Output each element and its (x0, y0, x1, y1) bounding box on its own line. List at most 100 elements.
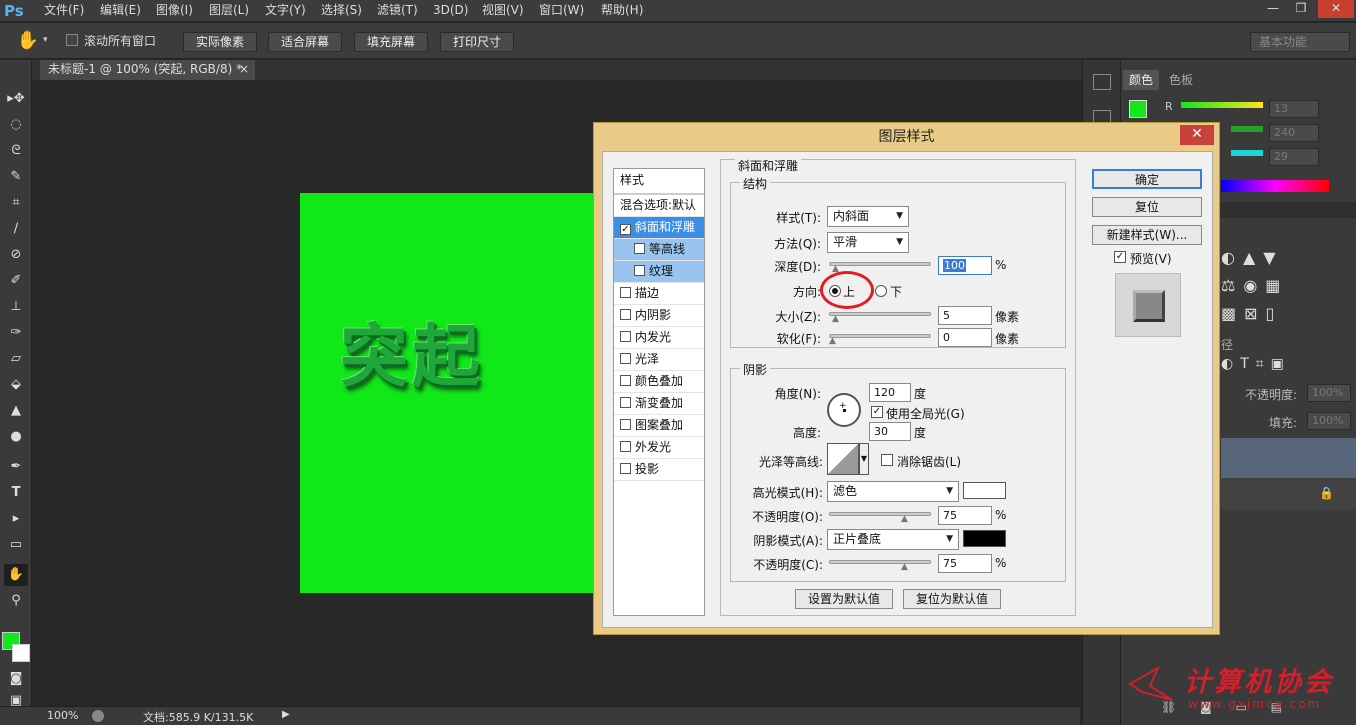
layer-row-background[interactable] (1221, 478, 1356, 510)
depth-input[interactable]: 100 (938, 256, 992, 275)
angle-input[interactable]: 120 (869, 383, 911, 402)
b-slider[interactable] (1231, 150, 1263, 156)
document-tab[interactable]: 未标题-1 @ 100% (突起, RGB/8) * × (40, 60, 255, 80)
tab-color[interactable]: 颜色 (1123, 70, 1160, 90)
style-checkbox[interactable] (620, 309, 631, 320)
gloss-contour-preview[interactable] (827, 443, 859, 475)
healing-tool-icon[interactable]: ⊘ (4, 244, 28, 266)
style-checkbox[interactable] (620, 353, 631, 364)
soften-slider[interactable] (829, 334, 931, 338)
style-item[interactable]: 颜色叠加 (614, 371, 704, 393)
menu-edit[interactable]: 编辑(E) (100, 0, 141, 22)
color-spectrum-bar[interactable] (1221, 180, 1329, 192)
highlight-opacity-slider[interactable] (829, 512, 931, 516)
style-item[interactable]: 渐变叠加 (614, 393, 704, 415)
hand-tool-icon[interactable]: ✋ (4, 564, 28, 586)
fill-screen-button[interactable]: 填充屏幕 (354, 32, 428, 52)
size-input[interactable]: 5 (938, 306, 992, 325)
pen-tool-icon[interactable]: ✒ (4, 456, 28, 478)
move-tool-icon[interactable]: ▸✥ (4, 88, 28, 110)
style-item[interactable]: 图案叠加 (614, 415, 704, 437)
anti-alias-checkbox[interactable] (881, 454, 893, 466)
shadow-opacity-input[interactable]: 75 (938, 554, 992, 573)
style-checkbox[interactable] (620, 331, 631, 342)
style-checkbox[interactable] (634, 243, 645, 254)
path-select-tool-icon[interactable]: ▸ (4, 508, 28, 530)
document-canvas[interactable]: 突起 (300, 193, 600, 593)
menu-help[interactable]: 帮助(H) (601, 0, 643, 22)
restore-button[interactable]: ❐ (1288, 0, 1314, 18)
stamp-tool-icon[interactable]: ⊥ (4, 296, 28, 318)
marquee-tool-icon[interactable]: ◌ (4, 114, 28, 136)
style-item[interactable]: 光泽 (614, 349, 704, 371)
menu-type[interactable]: 文字(Y) (265, 0, 306, 22)
tab-swatches[interactable]: 色板 (1163, 70, 1199, 90)
dialog-close-button[interactable]: ✕ (1180, 125, 1214, 145)
direction-down-radio[interactable] (875, 285, 887, 297)
highlight-mode-select[interactable]: 滤色 ▼ (827, 481, 959, 502)
style-item[interactable]: 投影 (614, 459, 704, 481)
style-item[interactable]: 纹理 (614, 261, 704, 283)
brush-tool-icon[interactable]: ✐ (4, 270, 28, 292)
chevron-down-icon[interactable]: ▾ (43, 35, 48, 45)
history-panel-icon[interactable] (1093, 74, 1111, 90)
altitude-input[interactable]: 30 (869, 422, 911, 441)
lasso-tool-icon[interactable]: ᘓ (4, 140, 28, 162)
g-value-input[interactable]: 240 (1269, 124, 1319, 142)
style-checkbox[interactable] (620, 397, 631, 408)
quick-select-tool-icon[interactable]: ✎ (4, 166, 28, 188)
adjustment-icons-row2[interactable]: ⚖◉▦ (1221, 276, 1288, 295)
style-item[interactable]: 内阴影 (614, 305, 704, 327)
style-item[interactable]: 等高线 (614, 239, 704, 261)
quick-mask-icon[interactable]: ◙ (4, 668, 28, 690)
zoom-level[interactable]: 100% (47, 709, 78, 722)
style-item[interactable]: 内发光 (614, 327, 704, 349)
menu-view[interactable]: 视图(V) (482, 0, 524, 22)
workspace-select[interactable]: 基本功能 (1250, 32, 1350, 52)
style-checkbox[interactable] (620, 463, 631, 474)
print-size-button[interactable]: 打印尺寸 (440, 32, 514, 52)
highlight-opacity-input[interactable]: 75 (938, 506, 992, 525)
angle-dial[interactable]: + (827, 393, 861, 427)
r-slider[interactable] (1181, 102, 1263, 108)
actual-pixels-button[interactable]: 实际像素 (183, 32, 257, 52)
ok-button[interactable]: 确定 (1092, 169, 1202, 189)
chevron-right-icon[interactable]: ▶ (282, 709, 290, 720)
close-icon[interactable]: × (239, 60, 249, 78)
soften-input[interactable]: 0 (938, 328, 992, 347)
soften-slider-thumb[interactable]: ▲ (829, 337, 838, 346)
styles-header[interactable]: 样式 (614, 169, 704, 195)
shadow-opacity-thumb[interactable]: ▲ (901, 563, 910, 572)
blend-options-item[interactable]: 混合选项:默认 (614, 195, 704, 217)
opacity-input[interactable]: 100% (1307, 384, 1351, 402)
menu-filter[interactable]: 滤镜(T) (377, 0, 418, 22)
highlight-color-swatch[interactable] (963, 482, 1006, 499)
paint-bucket-tool-icon[interactable]: ⬙ (4, 374, 28, 396)
chevron-down-icon[interactable]: ▼ (859, 443, 869, 475)
shadow-opacity-slider[interactable] (829, 560, 931, 564)
style-item[interactable]: 描边 (614, 283, 704, 305)
status-info-icon[interactable] (92, 710, 104, 722)
style-checkbox[interactable] (620, 287, 631, 298)
type-tool-icon[interactable]: T (4, 482, 28, 504)
history-brush-tool-icon[interactable]: ✑ (4, 322, 28, 344)
size-slider[interactable] (829, 312, 931, 316)
new-style-button[interactable]: 新建样式(W)... (1092, 225, 1202, 245)
eyedropper-tool-icon[interactable]: ∕ (4, 218, 28, 240)
technique-select[interactable]: 平滑 ▼ (827, 232, 909, 253)
b-value-input[interactable]: 29 (1269, 148, 1319, 166)
style-item[interactable]: ✓ 斜面和浮雕 (614, 217, 704, 239)
crop-tool-icon[interactable]: ⌗ (4, 192, 28, 214)
menu-3d[interactable]: 3D(D) (433, 0, 468, 22)
r-value-input[interactable]: 13 (1269, 100, 1319, 118)
layer-row-selected[interactable] (1221, 438, 1356, 478)
scroll-all-checkbox[interactable] (66, 34, 78, 46)
zoom-tool-icon[interactable]: ⚲ (4, 590, 28, 612)
style-checkbox[interactable]: ✓ (620, 224, 631, 235)
color-panel-fg-swatch[interactable] (1129, 100, 1147, 118)
reset-button[interactable]: 复位 (1092, 197, 1202, 217)
hand-tool-icon[interactable]: ✋ (16, 30, 40, 52)
make-default-button[interactable]: 设置为默认值 (795, 589, 893, 609)
window-close-button[interactable]: ✕ (1318, 0, 1354, 18)
rectangle-tool-icon[interactable]: ▭ (4, 534, 28, 556)
